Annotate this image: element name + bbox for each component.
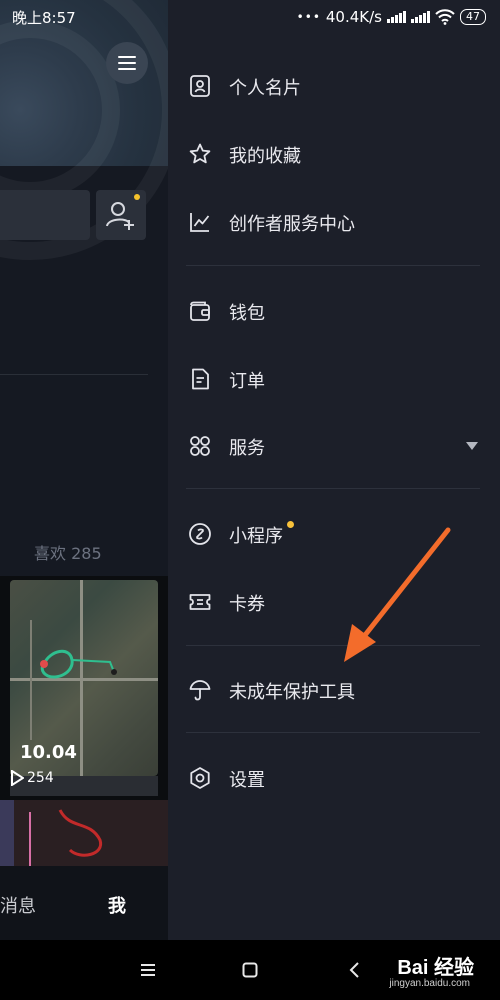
signal-icon: [387, 11, 406, 23]
menu-divider: [186, 645, 480, 646]
likes-tab-label[interactable]: 喜欢 285: [34, 540, 102, 564]
watermark-site: jingyan.baidu.com: [389, 978, 470, 989]
menu-item-mini-programs[interactable]: 小程序: [168, 508, 500, 560]
play-icon: [11, 770, 24, 786]
menu-divider: [186, 488, 480, 489]
menu-item-label: 订单: [229, 371, 265, 392]
run-distance: 10.04: [20, 742, 77, 763]
home-square-icon: [242, 962, 258, 978]
menu-item-wallet[interactable]: 钱包: [168, 285, 500, 337]
coupon-icon: [189, 594, 211, 610]
star-icon: [189, 143, 211, 164]
status-dots: •••: [296, 10, 321, 24]
menu-item-label: 钱包: [229, 303, 265, 324]
menu-item-label: 卡券: [229, 594, 265, 615]
link-icon: [189, 523, 211, 545]
menu-item-services[interactable]: 服务: [168, 420, 500, 472]
menu-item-label: 未成年保护工具: [229, 682, 355, 703]
home-button[interactable]: [236, 956, 264, 984]
play-count-value: 254: [27, 770, 54, 786]
menu-item-settings[interactable]: 设置: [168, 752, 500, 804]
add-friend-button[interactable]: [96, 190, 146, 240]
thumbnail-decoration: [29, 809, 103, 866]
menu-item-label: 服务: [229, 438, 265, 459]
expand-chevron-icon[interactable]: [466, 442, 478, 450]
background-app: 喜欢 285 10.04 254 消息 我: [0, 0, 168, 940]
recent-apps-button[interactable]: [134, 956, 162, 984]
background-search-box[interactable]: [0, 190, 90, 240]
menu-item-label: 创作者服务中心: [229, 214, 355, 235]
chart-icon: [190, 213, 210, 232]
menu-divider: [186, 265, 480, 266]
background-divider: [0, 374, 148, 375]
hamburger-menu-button[interactable]: [106, 42, 148, 84]
menu-item-minor-protection[interactable]: 未成年保护工具: [168, 664, 500, 716]
menu-item-profile-card[interactable]: 个人名片: [168, 60, 500, 112]
notification-dot: [134, 194, 140, 200]
menu-item-label: 小程序: [229, 526, 283, 547]
menu-item-creator-center[interactable]: 创作者服务中心: [168, 196, 500, 248]
status-bar: 晚上8:57 ••• 40.4K/s 47: [0, 0, 500, 34]
play-count: 254: [10, 770, 54, 786]
gear-icon: [190, 767, 210, 789]
battery-indicator: 47: [460, 9, 486, 25]
umbrella-icon: [189, 680, 211, 701]
menu-item-orders[interactable]: 订单: [168, 353, 500, 405]
menu-lines-icon: [141, 964, 155, 976]
menu-item-coupons[interactable]: 卡券: [168, 576, 500, 628]
watermark-brand: Bai 经验: [397, 957, 474, 979]
wallet-icon: [190, 301, 210, 321]
grid-icon: [190, 436, 210, 456]
network-speed: 40.4K/s: [325, 8, 382, 26]
menu-item-label: 个人名片: [229, 78, 301, 99]
menu-divider: [186, 732, 480, 733]
menu-item-label: 设置: [229, 770, 265, 791]
tab-messages[interactable]: 消息: [0, 892, 36, 918]
second-video-thumbnail[interactable]: [0, 800, 168, 866]
status-time: 晚上8:57: [12, 9, 76, 27]
back-chevron-icon: [349, 962, 359, 978]
signal-icon: [411, 11, 430, 23]
new-badge-dot: [287, 521, 294, 528]
tab-me[interactable]: 我: [108, 892, 126, 918]
profile-card-icon: [190, 75, 210, 97]
wifi-icon: [435, 9, 455, 25]
order-icon: [192, 368, 209, 390]
status-indicators: ••• 40.4K/s 47: [297, 6, 486, 28]
back-button[interactable]: [340, 956, 368, 984]
menu-item-favorites[interactable]: 我的收藏: [168, 128, 500, 180]
side-drawer-menu: 个人名片 我的收藏 创作者服务中心 钱包 订单 服务 小程序 卡券 未成年保护工…: [168, 0, 500, 940]
menu-item-label: 我的收藏: [229, 146, 301, 167]
